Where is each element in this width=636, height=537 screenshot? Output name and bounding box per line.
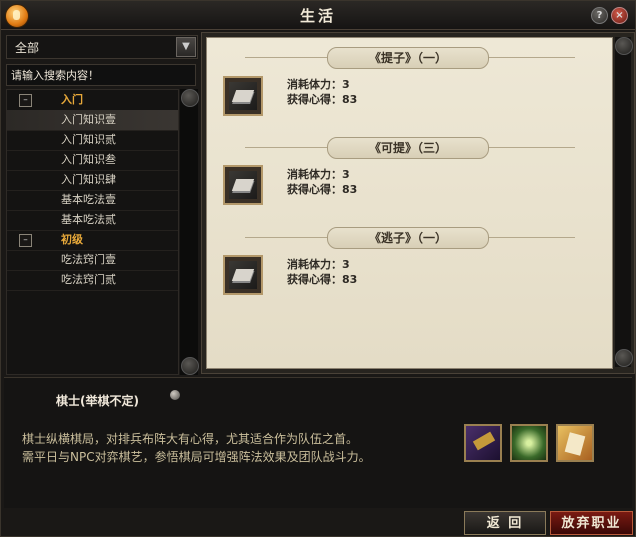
profession-panel: 棋士(举棋不定) 棋士纵横棋局，对排兵布阵大有心得，尤其适合作为队伍之首。 需平…: [4, 377, 632, 508]
title-bar: 生活 ? ×: [1, 1, 635, 30]
dropdown-value: 全部: [15, 41, 40, 55]
tree-label: 吃法窍门壹: [61, 253, 116, 266]
stamina-stat: 消耗体力：3: [287, 78, 350, 91]
status-dot-icon: [170, 390, 180, 400]
profession-desc-line: 棋士纵横棋局，对排兵布阵大有心得，尤其适合作为队伍之首。: [22, 432, 359, 446]
tree-item-row[interactable]: 吃法窍门壹: [7, 250, 178, 271]
scroll-down-icon[interactable]: [615, 349, 633, 367]
tree-item-row[interactable]: 吃法窍门贰: [7, 270, 178, 291]
tree-label: 基本吃法贰: [61, 213, 116, 226]
scroll-down-icon[interactable]: [181, 357, 199, 375]
quit-profession-button[interactable]: 放弃职业: [550, 511, 633, 535]
go-board-icon: [229, 261, 257, 289]
tree-label: 初级: [61, 233, 83, 246]
exp-stat: 获得心得：83: [287, 273, 358, 286]
tree-label: 入门: [61, 93, 83, 106]
life-window: 生活 ? × 全部 ▼ 请输入搜索内容！ – 入门 入门知识壹 入门知识贰 入门…: [0, 0, 636, 537]
back-button[interactable]: 返 回: [464, 511, 546, 535]
window-title: 生活: [299, 7, 336, 25]
profession-desc-line: 需平日与NPC对弈棋艺，参悟棋局可增强阵法效果及团队战斗力。: [22, 450, 371, 464]
stamina-stat: 消耗体力：3: [287, 168, 350, 181]
tree-label: 入门知识叁: [61, 153, 116, 166]
go-board-icon: [229, 82, 257, 110]
tree-label: 入门知识壹: [61, 113, 116, 126]
tree-item-row[interactable]: 入门知识贰: [7, 130, 178, 151]
tree-category-row[interactable]: – 入门: [7, 90, 178, 111]
help-button[interactable]: ?: [591, 7, 608, 24]
left-panel: 全部 ▼ 请输入搜索内容！ – 入门 入门知识壹 入门知识贰 入门知识叁 入门知…: [4, 33, 199, 375]
recipe-panel: 《提子》（一） 消耗体力：3 获得心得：83 《可提》（三） 消耗体力：3 获得…: [201, 32, 635, 374]
tree-label: 吃法窍门贰: [61, 273, 116, 286]
recipe-title: 《提子》（一）: [327, 47, 489, 69]
collapse-icon[interactable]: –: [19, 234, 32, 247]
scroll-up-icon[interactable]: [615, 37, 633, 55]
profession-name: 棋士(举棋不定): [56, 394, 139, 408]
recipe-title: 《可提》（三）: [327, 137, 489, 159]
tree-item-row[interactable]: 入门知识叁: [7, 150, 178, 171]
tree-item-row[interactable]: 基本吃法贰: [7, 210, 178, 231]
tree-label: 入门知识肆: [61, 173, 116, 186]
category-dropdown[interactable]: 全部 ▼: [6, 35, 198, 59]
recipe-slot[interactable]: [223, 76, 263, 116]
stamina-stat: 消耗体力：3: [287, 258, 350, 271]
scroll-skill-icon[interactable]: [556, 424, 594, 462]
recipe-slot[interactable]: [223, 255, 263, 295]
tree-item-row[interactable]: 入门知识肆: [7, 170, 178, 191]
tree-label: 基本吃法壹: [61, 193, 116, 206]
formation-skill-icon[interactable]: [464, 424, 502, 462]
tree-item-row[interactable]: 入门知识壹: [7, 110, 178, 131]
tree-category-row[interactable]: – 初级: [7, 230, 178, 251]
collapse-icon[interactable]: –: [19, 94, 32, 107]
tree-label: 入门知识贰: [61, 133, 116, 146]
recipe-list: 《提子》（一） 消耗体力：3 获得心得：83 《可提》（三） 消耗体力：3 获得…: [206, 37, 613, 369]
chevron-down-icon[interactable]: ▼: [176, 37, 196, 57]
tree-scrollbar[interactable]: [180, 89, 199, 375]
recipe-tree: – 入门 入门知识壹 入门知识贰 入门知识叁 入门知识肆 基本吃法壹 基本吃法贰: [6, 89, 179, 375]
tree-item-row[interactable]: 基本吃法壹: [7, 190, 178, 211]
close-button[interactable]: ×: [611, 7, 628, 24]
recipe-scrollbar[interactable]: [615, 37, 633, 367]
search-input[interactable]: 请输入搜索内容！: [6, 64, 196, 86]
go-board-icon: [229, 171, 257, 199]
exp-stat: 获得心得：83: [287, 183, 358, 196]
scroll-up-icon[interactable]: [181, 89, 199, 107]
aura-skill-icon[interactable]: [510, 424, 548, 462]
recipe-slot[interactable]: [223, 165, 263, 205]
recipe-title: 《逃子》（一）: [327, 227, 489, 249]
exp-stat: 获得心得：83: [287, 93, 358, 106]
